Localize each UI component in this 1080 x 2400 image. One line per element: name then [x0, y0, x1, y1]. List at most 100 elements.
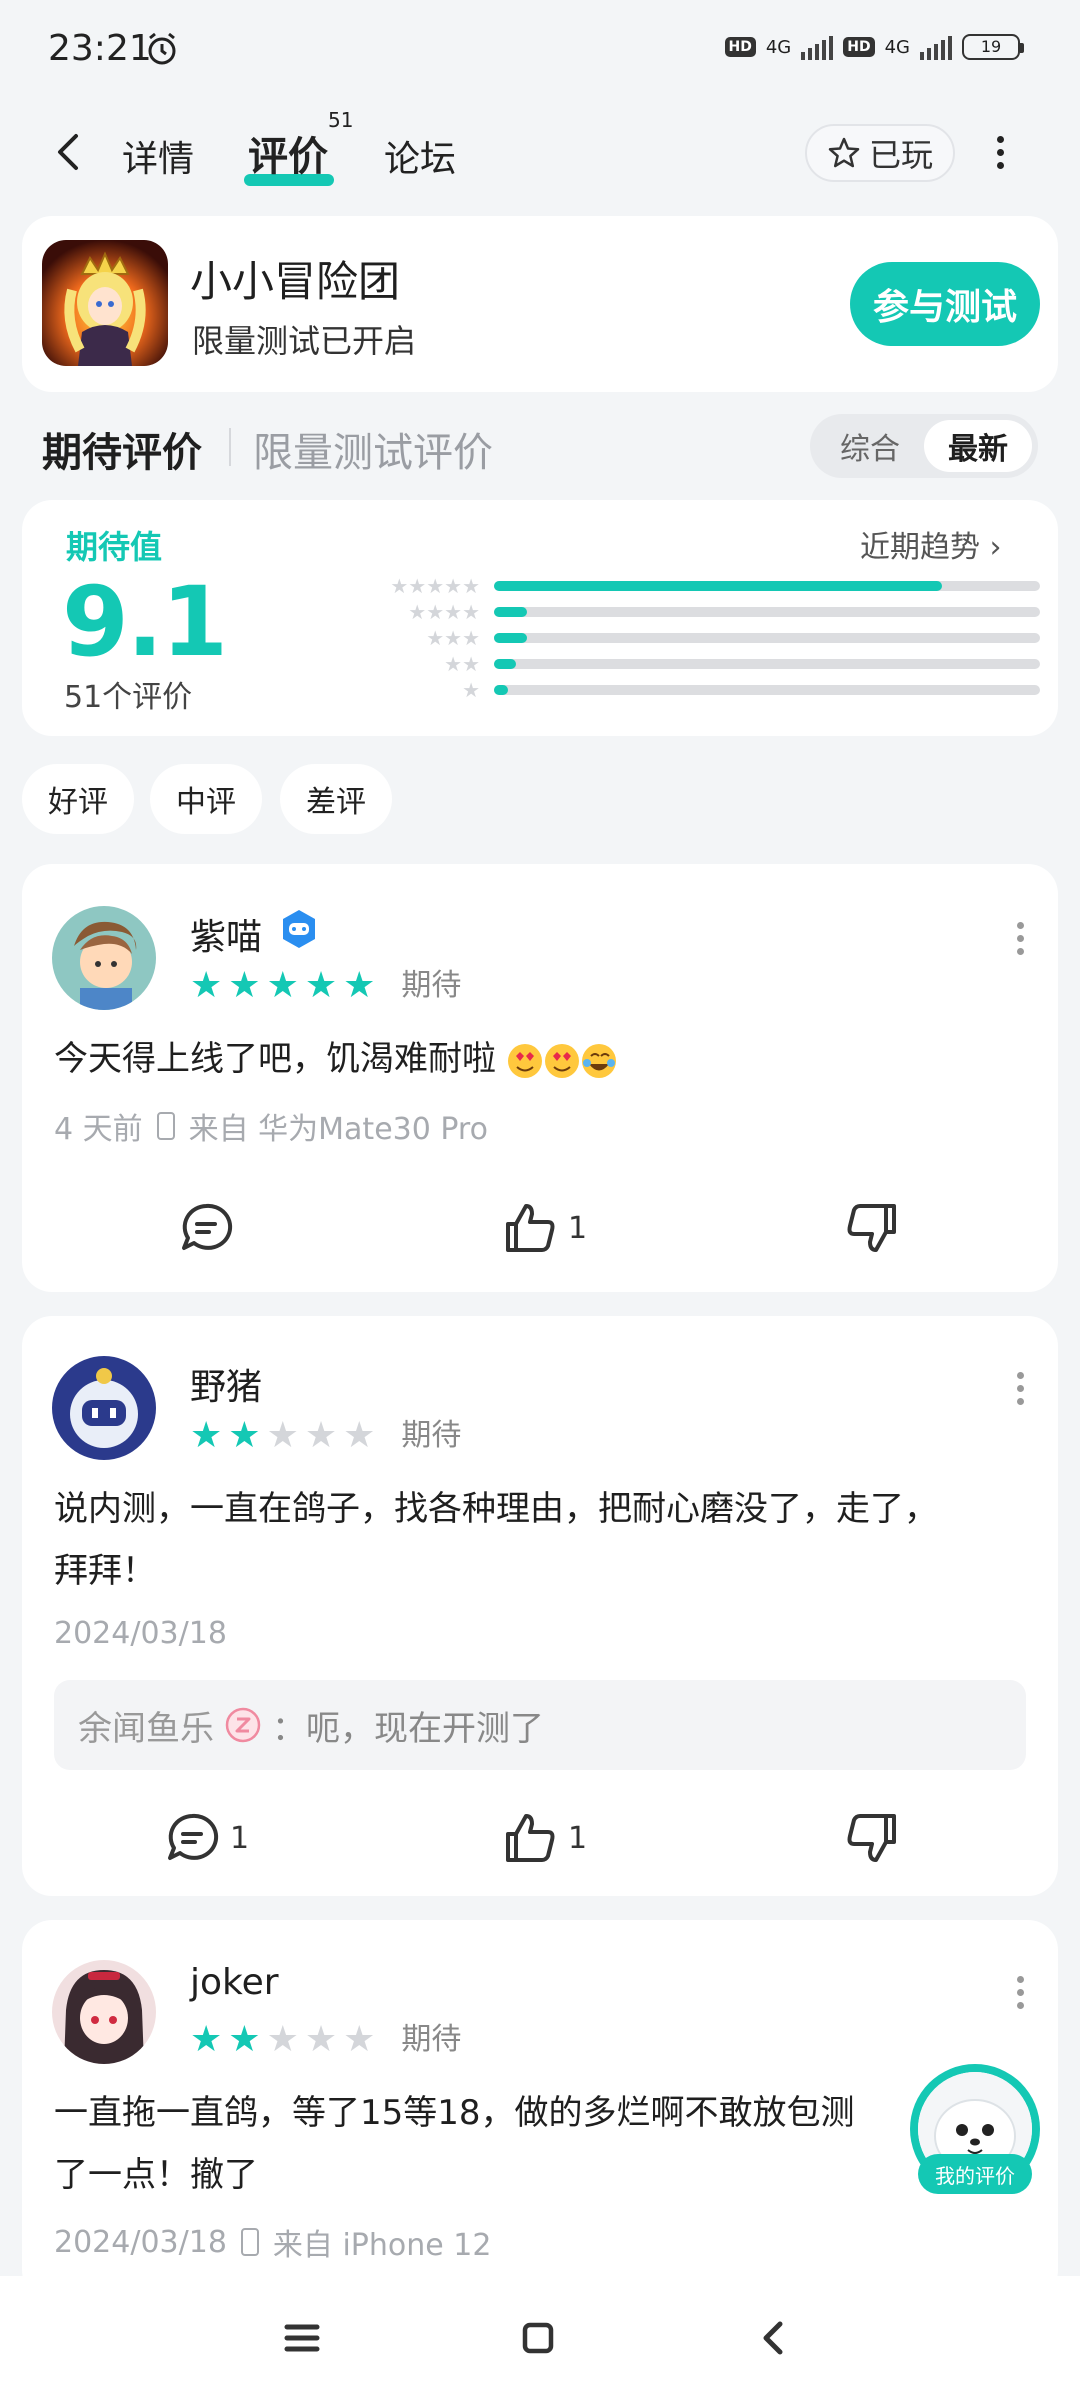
- alarm-icon: [148, 32, 176, 65]
- like-button[interactable]: 1: [502, 1810, 587, 1866]
- review-tag: 期待: [401, 2022, 462, 2057]
- network-label: 4G: [765, 36, 792, 58]
- review-time: 2024/03/18: [54, 1616, 227, 1651]
- star-icon: ★: [228, 965, 261, 1006]
- rating-stars: ★ ★ ★ ★ ★ 期待: [190, 2022, 461, 2058]
- review-text-line-2: 了一点！撤了: [54, 2155, 258, 2195]
- comment-icon: [168, 1813, 219, 1860]
- rating-bar-fill: [494, 633, 527, 643]
- star-icon: ★: [343, 1415, 376, 1456]
- sort-option-latest[interactable]: 最新: [924, 420, 1032, 472]
- game-card[interactable]: 小小冒险团 限量测试已开启 参与测试: [22, 216, 1058, 392]
- like-count: 1: [568, 1820, 588, 1856]
- status-bar: 23:21 HD 4G HD 4G 19: [0, 0, 1080, 96]
- dislike-button[interactable]: [844, 1200, 900, 1256]
- star-outline-icon: [828, 137, 860, 168]
- trend-label: 近期趋势: [860, 530, 980, 565]
- sort-toggle: 综合 最新: [810, 414, 1038, 478]
- rating-bar-track: [494, 633, 1040, 643]
- review-tag: 期待: [401, 1418, 462, 1453]
- avatar[interactable]: [52, 906, 156, 1010]
- review-text-line-1: 说内测，一直在鸽子，找各种理由，把耐心磨没了，走了，: [54, 1489, 938, 1529]
- comment-icon: [182, 1203, 233, 1250]
- played-label: 已玩: [868, 136, 933, 174]
- reviewer-name[interactable]: 野猪: [190, 1358, 262, 1410]
- star-icon: ★: [266, 965, 299, 1006]
- reply-preview[interactable]: 余闻鱼乐 ：呃，现在开测了: [54, 1680, 1026, 1770]
- review-more-icon[interactable]: [1010, 1976, 1030, 2009]
- tab-reviews[interactable]: 评价: [248, 124, 328, 182]
- rating-bar-row: ★★★★★: [330, 574, 1040, 598]
- back-nav-icon[interactable]: [758, 2320, 790, 2356]
- expect-reviews-title[interactable]: 期待评价: [42, 420, 202, 478]
- signal-icon: [801, 34, 834, 60]
- review-content: 今天得上线了吧，饥渴难耐啦: [54, 1028, 1034, 1090]
- test-reviews-title[interactable]: 限量测试评价: [253, 420, 493, 478]
- review-meta: 2024/03/18: [54, 1616, 227, 1651]
- rating-bar-track: [494, 607, 1040, 617]
- filter-negative[interactable]: 差评: [280, 764, 392, 834]
- star-icon: ★: [343, 965, 376, 1006]
- mini-stars: ★★★★: [408, 600, 480, 624]
- system-nav-bar: [0, 2276, 1080, 2400]
- like-button[interactable]: 1: [502, 1200, 587, 1256]
- tab-details[interactable]: 详情: [122, 130, 194, 182]
- emoji-icons: [507, 1043, 616, 1078]
- rating-bar-fill: [494, 607, 527, 617]
- developer-badge-icon: [225, 1707, 261, 1743]
- reviewer-name[interactable]: 紫喵: [190, 908, 262, 960]
- battery-icon: 19: [962, 34, 1024, 60]
- review-device: 来自 iPhone 12: [272, 2228, 492, 2263]
- filter-positive[interactable]: 好评: [22, 764, 134, 834]
- review-content: 说内测，一直在鸽子，找各种理由，把耐心磨没了，走了， 拜拜！: [54, 1478, 1034, 1602]
- review-device: 来自 华为Mate30 Pro: [188, 1112, 488, 1147]
- rating-bar-track: [494, 581, 1040, 591]
- star-icon: ★: [343, 2019, 376, 2060]
- star-icon: ★: [190, 2019, 223, 2060]
- back-arrow-icon[interactable]: [48, 130, 92, 174]
- rating-bar-track: [494, 659, 1040, 669]
- review-card: joker ★ ★ ★ ★ ★ 期待 一直拖一直鸽，等了15等18，做的多烂啊不…: [22, 1920, 1058, 2300]
- home-icon[interactable]: [520, 2320, 556, 2356]
- reviewer-name[interactable]: joker: [190, 1962, 279, 2003]
- rating-bar-fill: [494, 659, 516, 669]
- rating-bar-fill: [494, 581, 942, 591]
- review-time: 2024/03/18: [54, 2224, 227, 2260]
- review-content: 一直拖一直鸽，等了15等18，做的多烂啊不敢放包测 了一点！撤了: [54, 2082, 914, 2206]
- join-test-button[interactable]: 参与测试: [850, 262, 1040, 346]
- thumbs-down-icon: [847, 1204, 896, 1252]
- thumbs-up-icon: [506, 1814, 555, 1862]
- menu-icon[interactable]: [284, 2322, 320, 2354]
- section-divider: [229, 428, 231, 466]
- avatar[interactable]: [52, 1960, 156, 2064]
- review-tag: 期待: [401, 968, 462, 1003]
- star-icon: ★: [304, 2019, 338, 2060]
- reply-text: ：呃，现在开测了: [272, 1708, 544, 1749]
- filter-neutral[interactable]: 中评: [150, 764, 262, 834]
- sort-option-overall[interactable]: 综合: [816, 420, 924, 472]
- recent-trend-link[interactable]: 近期趋势 ›: [860, 522, 1002, 566]
- my-review-label[interactable]: 我的评价: [918, 2154, 1032, 2194]
- expectation-score: 9.1: [62, 566, 228, 678]
- comment-button[interactable]: [178, 1200, 234, 1256]
- tab-forum[interactable]: 论坛: [384, 130, 456, 182]
- phone-icon: [156, 1112, 175, 1140]
- review-more-icon[interactable]: [1010, 922, 1030, 955]
- review-more-icon[interactable]: [1010, 1372, 1030, 1405]
- star-icon: ★: [304, 1415, 338, 1456]
- more-menu-icon[interactable]: [980, 130, 1020, 174]
- hd-badge: HD: [724, 37, 756, 57]
- thumbs-down-icon: [847, 1814, 896, 1862]
- status-time: 23:21: [48, 28, 152, 69]
- played-button[interactable]: 已玩: [805, 124, 955, 182]
- mini-stars: ★: [462, 678, 480, 702]
- thumbs-up-icon: [506, 1204, 555, 1252]
- rating-stars: ★ ★ ★ ★ ★ 期待: [190, 968, 461, 1004]
- signal-icon-2: [920, 34, 952, 60]
- comment-button[interactable]: 1: [164, 1810, 249, 1866]
- mini-stars: ★★: [444, 652, 480, 676]
- rating-bar-fill: [494, 685, 508, 695]
- dislike-button[interactable]: [844, 1810, 900, 1866]
- avatar[interactable]: [52, 1356, 156, 1460]
- star-icon: ★: [228, 1415, 261, 1456]
